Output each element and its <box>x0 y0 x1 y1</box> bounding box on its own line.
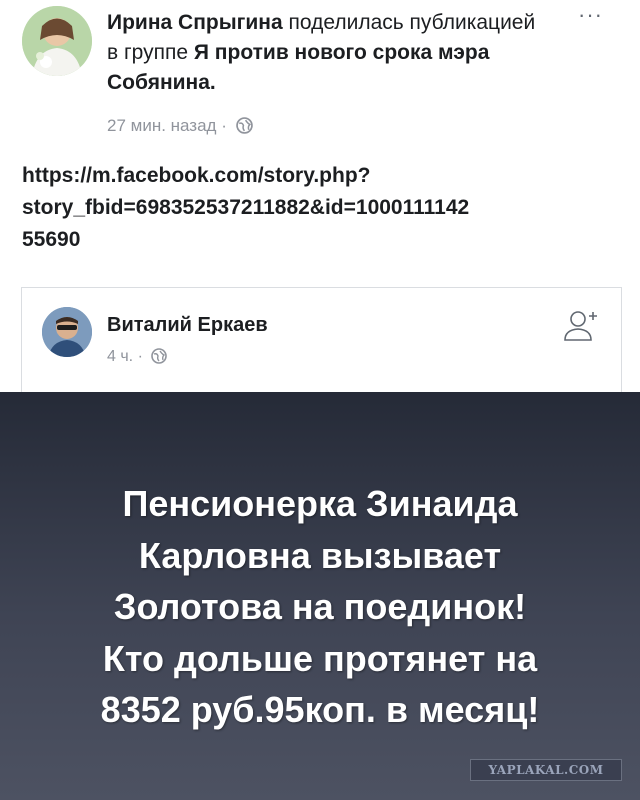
author-photo <box>22 6 92 76</box>
meme-caption-line: Пенсионерка Зинаида <box>122 483 518 524</box>
share-action: поделилась публикацией <box>288 11 536 34</box>
meme-caption-line: Кто дольше протянет на <box>102 637 538 679</box>
shared-author-avatar[interactable] <box>42 307 92 357</box>
post-body: https://m.facebook.com/story.php? story_… <box>22 160 628 256</box>
post-header-text: Ирина Спрыгина поделилась публикацией в … <box>107 8 547 98</box>
in-group-text: в группе <box>107 41 189 64</box>
globe-icon <box>151 348 168 369</box>
meme-banner: Пенсионерка Зинаида Карловна вызывает Зо… <box>0 392 640 800</box>
author-name[interactable]: Ирина Спрыгина <box>107 11 283 34</box>
shared-post-timestamp[interactable]: 4 ч. <box>107 348 133 365</box>
post-header: Ирина Спрыгина поделилась публикацией в … <box>0 0 640 150</box>
post-link-line[interactable]: 55690 <box>22 224 628 256</box>
author-avatar[interactable] <box>22 6 92 76</box>
globe-icon <box>235 117 253 139</box>
meta-separator: · <box>221 116 227 135</box>
site-watermark: YAPLAKAL.COM <box>470 759 622 781</box>
more-options-icon[interactable]: ··· <box>578 2 603 28</box>
post-link-line[interactable]: https://m.facebook.com/story.php? <box>22 160 628 192</box>
meme-caption-line: Карловна вызывает <box>138 534 502 576</box>
post-timestamp[interactable]: 27 мин. назад <box>107 116 216 135</box>
add-friend-icon[interactable] <box>562 306 602 351</box>
meme-caption-line: 8352 руб.95коп. в месяц! <box>100 689 540 730</box>
meme-caption-line: Золотова на поединок! <box>113 586 527 627</box>
post-meta: 27 мин. назад · <box>107 116 253 139</box>
meta-separator: · <box>137 348 143 365</box>
post-link-line[interactable]: story_fbid=698352537211882&id=1000111142 <box>22 192 628 224</box>
shared-author-photo <box>42 307 92 357</box>
shared-author-name[interactable]: Виталий Еркаев <box>107 314 268 337</box>
shared-post-meta: 4 ч. · <box>107 348 168 369</box>
meme-caption: Пенсионерка Зинаида Карловна вызывает Зо… <box>20 478 620 736</box>
